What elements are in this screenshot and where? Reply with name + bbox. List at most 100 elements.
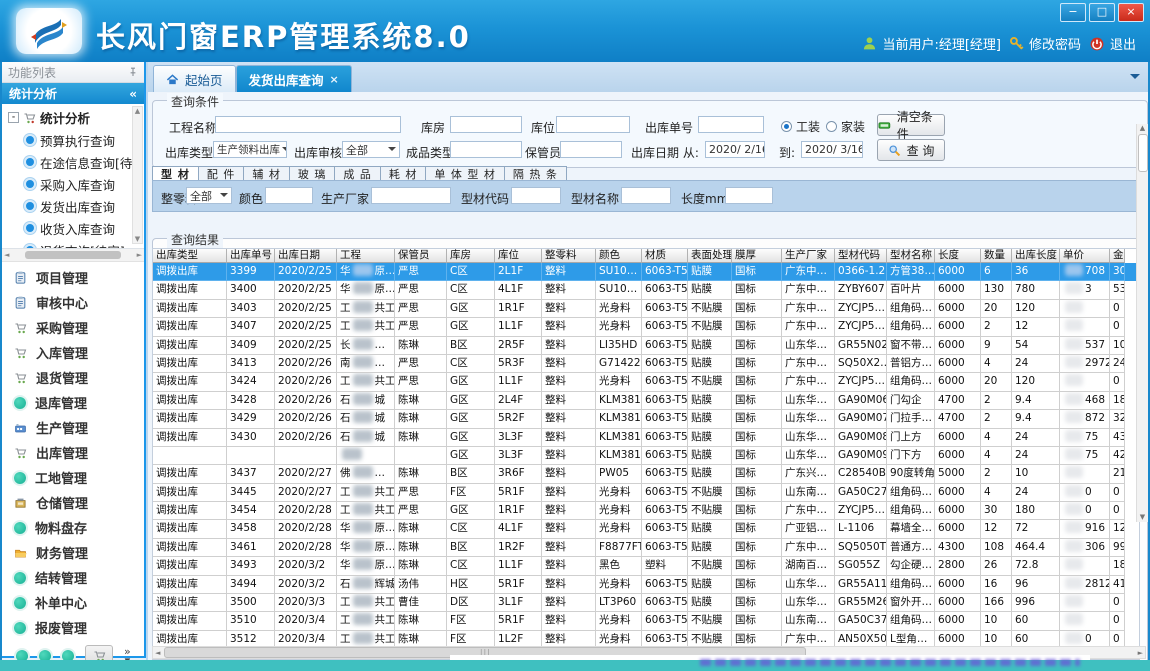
table-row[interactable]: 调拨出库34092020/2/25长…陈琳B区2R5F整料LI35HD6063-… <box>153 337 1139 355</box>
sidebar-item-采购管理[interactable]: 采购管理 <box>2 315 144 340</box>
tree-item-采购入库查询[interactable]: 采购入库查询 <box>2 173 144 195</box>
column-header-出库日期[interactable]: 出库日期 <box>275 249 337 263</box>
table-row[interactable]: 调拨出库34002020/2/25华原…严思C区4L1F整料SU10…6063-… <box>153 281 1139 299</box>
tree-item-收货入库查询[interactable]: 收货入库查询 <box>2 217 144 239</box>
table-row[interactable]: G区3L3F整料KLM38176063-T5贴膜国标山东华…GA90M09.门下… <box>153 447 1139 465</box>
close-button[interactable]: × <box>1118 3 1144 22</box>
tree-expander-icon[interactable]: - <box>8 112 19 123</box>
sidebar-item-入库管理[interactable]: 入库管理 <box>2 340 144 365</box>
sidebar-item-退货管理[interactable]: 退货管理 <box>2 365 144 390</box>
maximize-button[interactable]: □ <box>1089 3 1115 22</box>
tab-home[interactable]: 起始页 <box>153 65 236 92</box>
length-input[interactable] <box>725 187 773 204</box>
location-input[interactable] <box>556 116 630 133</box>
sidebar-item-审核中心[interactable]: 审核中心 <box>2 290 144 315</box>
sidebar-item-补单中心[interactable]: 补单中心 <box>2 590 144 615</box>
tree-item-预算执行查询[interactable]: 预算执行查询 <box>2 129 144 151</box>
table-row[interactable]: 调拨出库34612020/2/28华原…陈琳B区1R2F整料F8877FT606… <box>153 539 1139 557</box>
sidebar-item-仓储管理[interactable]: 仓储管理 <box>2 490 144 515</box>
table-row[interactable]: 调拨出库34452020/2/27工共工程严思F区5R1F整料光身料6063-T… <box>153 484 1139 502</box>
column-header-材质[interactable]: 材质 <box>642 249 688 263</box>
warehouse-input[interactable] <box>450 116 522 133</box>
column-header-库房[interactable]: 库房 <box>447 249 495 263</box>
tree-item-发货出库查询[interactable]: 发货出库查询 <box>2 195 144 217</box>
tree-item-退货查询[待定][interactable]: 退货查询[待定] <box>2 239 144 249</box>
sidebar-item-财务管理[interactable]: 财务管理 <box>2 540 144 565</box>
sidebar-item-结转管理[interactable]: 结转管理 <box>2 565 144 590</box>
column-header-工程[interactable]: 工程 <box>337 249 395 263</box>
column-header-出库类型[interactable]: 出库类型 <box>153 249 227 263</box>
project-name-input[interactable] <box>215 116 401 133</box>
minimize-button[interactable]: − <box>1060 3 1086 22</box>
table-row[interactable]: 调拨出库35002020/3/3工共工程曹佳D区3L1F整料LT3P606063… <box>153 594 1139 612</box>
grid-vertical-scrollbar[interactable]: ▲ ▼ <box>1136 124 1148 522</box>
tree-root-node[interactable]: - 统计分析 <box>2 104 144 129</box>
column-header-颜色[interactable]: 颜色 <box>596 249 642 263</box>
radio-jiazhuang[interactable]: 家装 <box>826 118 865 135</box>
column-header-保管员[interactable]: 保管员 <box>395 249 447 263</box>
outbound-type-select[interactable]: 生产领料出库 <box>213 141 287 158</box>
table-row[interactable]: 调拨出库34072020/2/25工共工程严思G区1L1F整料光身料6063-T… <box>153 318 1139 336</box>
sidebar-item-报废管理[interactable]: 报废管理 <box>2 615 144 640</box>
sidebar-item-生产管理[interactable]: 生产管理 <box>2 415 144 440</box>
tree-scrollbar[interactable]: ▲▼ <box>132 106 143 244</box>
sidebar-item-退库管理[interactable]: 退库管理 <box>2 390 144 415</box>
column-header-型材代码[interactable]: 型材代码 <box>835 249 887 263</box>
profile-code-input[interactable] <box>511 187 561 204</box>
table-row[interactable]: 调拨出库34132020/2/26南…严思C区5R3F整料G714226063-… <box>153 355 1139 373</box>
table-row[interactable]: 调拨出库34032020/2/25工共工程严思G区1R1F整料光身料6063-T… <box>153 300 1139 318</box>
table-row[interactable]: 调拨出库34302020/2/26石城陈琳G区3L3F整料KLM38176063… <box>153 429 1139 447</box>
cell-整零料: 整料 <box>542 594 596 612</box>
column-header-整零料[interactable]: 整零料 <box>542 249 596 263</box>
table-row[interactable]: 调拨出库34932020/3/2华原…陈琳C区1L1F整料黑色塑料不贴膜国标湖南… <box>153 557 1139 575</box>
search-button[interactable]: 查 询 <box>877 139 945 161</box>
change-password-button[interactable]: 修改密码 <box>1009 34 1081 53</box>
column-header-出库单号[interactable]: 出库单号 <box>227 249 275 263</box>
table-row[interactable]: 调拨出库33992020/2/25华原…严思C区2L1F整料SU10…6063-… <box>153 263 1139 281</box>
column-header-出库长度[interactable]: 出库长度 <box>1012 249 1060 263</box>
table-row[interactable]: 调拨出库34582020/2/28华原…陈琳C区4L1F整料光身料6063-T5… <box>153 520 1139 538</box>
sidebar-item-项目管理[interactable]: 项目管理 <box>2 265 144 290</box>
maker-input[interactable] <box>371 187 451 204</box>
keeper-input[interactable] <box>560 141 622 158</box>
product-type-input[interactable] <box>450 141 522 158</box>
table-row[interactable]: 调拨出库34942020/3/2石辉城汤伟H区5R1F整料光身料6063-T5贴… <box>153 576 1139 594</box>
tree-hscrollbar[interactable]: ◄► <box>2 249 144 262</box>
table-row[interactable]: 调拨出库34282020/2/26石城陈琳G区2L4F整料KLM38176063… <box>153 392 1139 410</box>
table-row[interactable]: 调拨出库35102020/3/4工共工程陈琳F区5R1F整料光身料6063-T5… <box>153 612 1139 630</box>
tab-close-icon[interactable]: × <box>330 73 339 86</box>
order-no-input[interactable] <box>698 116 764 133</box>
clear-conditions-button[interactable]: 清空条件 <box>877 114 945 136</box>
collapse-icon[interactable]: « <box>129 87 137 101</box>
column-header-库位[interactable]: 库位 <box>495 249 542 263</box>
column-header-长度[interactable]: 长度 <box>935 249 981 263</box>
column-header-生产厂家[interactable]: 生产厂家 <box>782 249 835 263</box>
column-header-数量[interactable]: 数量 <box>981 249 1012 263</box>
column-header-膜厚[interactable]: 膜厚 <box>732 249 782 263</box>
date-from-select[interactable]: 2020/ 2/16 <box>705 141 765 158</box>
sidebar-item-工地管理[interactable]: 工地管理 <box>2 465 144 490</box>
table-row[interactable]: 调拨出库34292020/2/26石城陈琳G区5R2F整料KLM38176063… <box>153 410 1139 428</box>
column-header-表面处理[interactable]: 表面处理 <box>688 249 732 263</box>
date-to-select[interactable]: 2020/ 3/16 <box>801 141 863 158</box>
table-row[interactable]: 调拨出库34542020/2/28工共工程严思G区1R1F整料光身料6063-T… <box>153 502 1139 520</box>
tree-item-在途信息查询[待[interactable]: 在途信息查询[待 <box>2 151 144 173</box>
sidebar-item-物料盘存[interactable]: 物料盘存 <box>2 515 144 540</box>
logout-button[interactable]: 退出 <box>1089 34 1136 53</box>
table-row[interactable]: 调拨出库34372020/2/27佛…陈琳B区3R6F整料PW056063-T5… <box>153 465 1139 483</box>
tab-list-dropdown-icon[interactable] <box>1130 74 1140 84</box>
profile-name-input[interactable] <box>621 187 671 204</box>
pin-icon[interactable] <box>128 67 138 77</box>
whole-part-select[interactable]: 全部 <box>186 187 232 204</box>
column-header-型材名称[interactable]: 型材名称 <box>887 249 935 263</box>
audit-select[interactable]: 全部 <box>342 141 400 158</box>
column-header-单价[interactable]: 单价 <box>1060 249 1110 263</box>
sidebar-item-出库管理[interactable]: 出库管理 <box>2 440 144 465</box>
color-input[interactable] <box>265 187 313 204</box>
sidebar-section-header[interactable]: 统计分析 « <box>2 83 144 104</box>
scrollbar-thumb[interactable] <box>1138 134 1148 172</box>
tab-shipment-query[interactable]: 发货出库查询 × <box>236 65 352 92</box>
radio-gongzhuang[interactable]: 工装 <box>781 118 820 135</box>
column-header-金[interactable]: 金 <box>1110 249 1125 263</box>
table-row[interactable]: 调拨出库34242020/2/26工共工程严思G区1L1F整料光身料6063-T… <box>153 373 1139 391</box>
